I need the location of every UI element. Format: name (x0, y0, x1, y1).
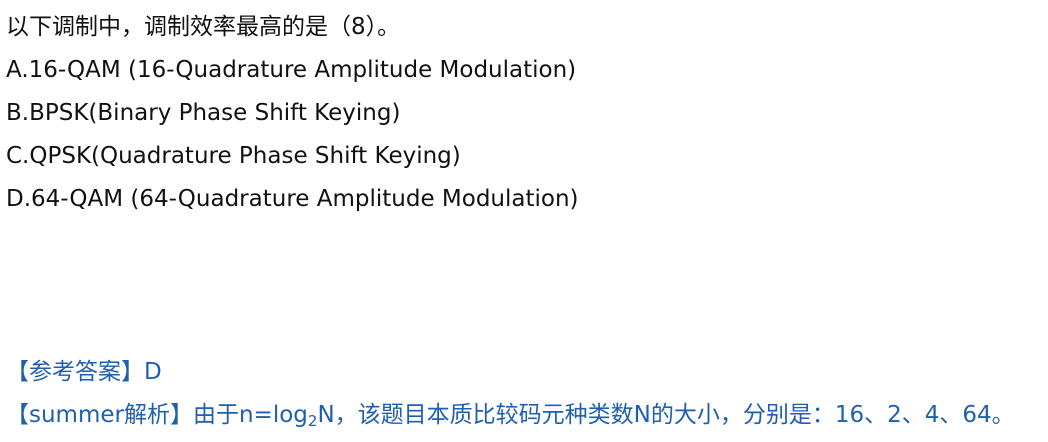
analysis-text: 【summer解析】由于n=log2N，该题目本质比较码元种类数N的大小，分别是… (6, 400, 1015, 430)
analysis-prefix: 【summer解析】由于n=log (6, 402, 308, 428)
option-b: B.BPSK(Binary Phase Shift Keying) (6, 100, 401, 126)
analysis-suffix: N，该题目本质比较码元种类数N的大小，分别是：16、2、4、64。 (317, 402, 1015, 428)
option-a: A.16-QAM (16-Quadrature Amplitude Modula… (6, 57, 577, 83)
question-text: 以下调制中，调制效率最高的是（8）。 (6, 14, 401, 40)
reference-answer: 【参考答案】D (6, 359, 162, 385)
option-d: D.64-QAM (64-Quadrature Amplitude Modula… (6, 186, 579, 212)
log-base-subscript: 2 (307, 412, 318, 430)
option-c: C.QPSK(Quadrature Phase Shift Keying) (6, 143, 461, 169)
